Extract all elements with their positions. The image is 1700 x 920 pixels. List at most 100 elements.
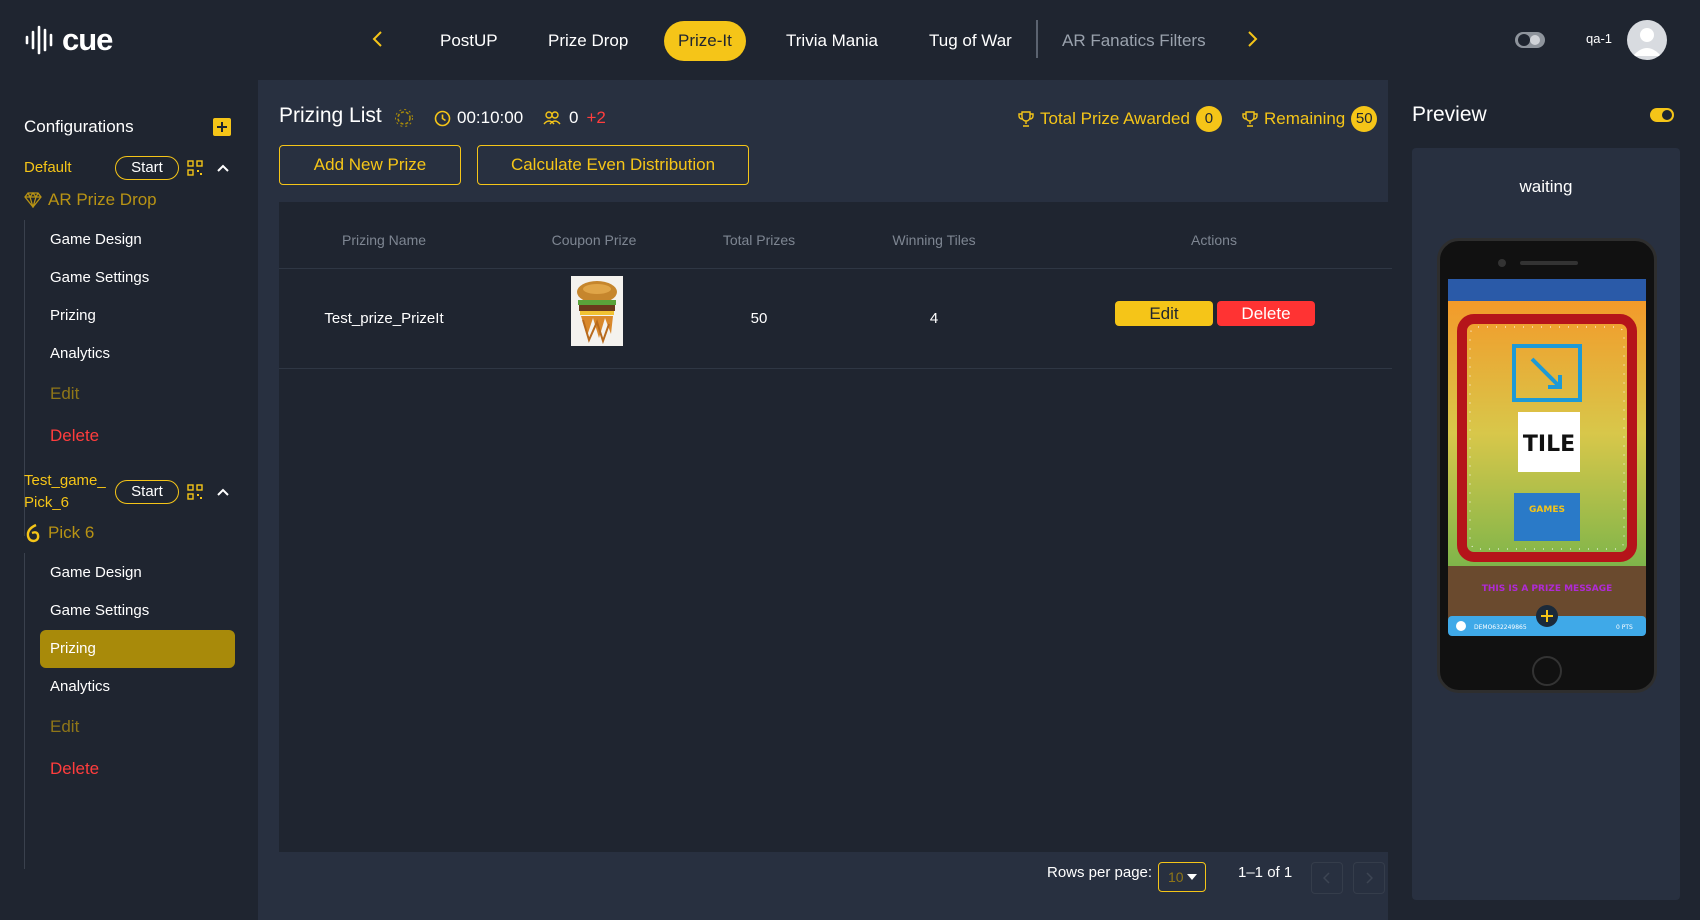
cue-logo[interactable]: cue — [24, 22, 113, 58]
main-content: Prizing List 00:10:00 0 +2 Total Prize A… — [258, 80, 1392, 920]
sidebar-item-prizing[interactable]: Prizing — [40, 297, 235, 335]
remaining-badge: 50 — [1351, 106, 1378, 132]
theme-toggle-icon[interactable] — [1514, 31, 1546, 49]
sound-wave-icon — [25, 25, 53, 55]
game-name-test-game-pick-6[interactable]: Test_game_ Pick_6 — [24, 470, 106, 514]
sidebar-item-edit[interactable]: Edit — [40, 708, 235, 746]
avatar[interactable] — [1627, 20, 1667, 60]
game-type-ar-prize-drop: AR Prize Drop — [24, 190, 157, 210]
delete-prize-button[interactable]: Delete — [1217, 301, 1315, 326]
prize-name-cell: Test_prize_PrizeIt — [324, 310, 444, 327]
phone-camera — [1498, 259, 1506, 267]
start-button[interactable]: Start — [115, 156, 179, 180]
clock-icon — [434, 110, 451, 126]
column-header: Total Prizes — [722, 232, 796, 248]
remaining-label: Remaining — [1264, 109, 1346, 128]
user-id-text: DEMO632249865 — [1474, 624, 1527, 631]
game-name-line-1: Test_game_ — [24, 472, 106, 489]
pick-6-icon — [26, 523, 40, 543]
coupon-prize-image[interactable] — [571, 276, 623, 346]
page-title: Prizing List — [279, 104, 382, 127]
preview-title: Preview — [1412, 103, 1487, 126]
header-divider — [279, 268, 1392, 269]
column-header: Actions — [1191, 232, 1237, 248]
chevron-up-icon[interactable] — [216, 163, 230, 173]
tab-prize-drop[interactable]: Prize Drop — [534, 21, 642, 61]
prizing-table: Prizing Name Coupon Prize Total Prizes W… — [279, 202, 1392, 852]
players-icon — [543, 111, 561, 125]
phone-mockup: TILE GAMES THIS IS A PRIZE MESSAGE DEMO6… — [1437, 238, 1657, 693]
add-configuration-button[interactable] — [213, 118, 231, 136]
total-prize-awarded-label: Total Prize Awarded — [1040, 109, 1190, 128]
sidebar-item-prizing[interactable]: Prizing — [40, 630, 235, 668]
column-header: Coupon Prize — [551, 232, 637, 248]
tab-ar-fanatics-filters[interactable]: AR Fanatics Filters — [1048, 21, 1220, 61]
diamond-icon — [24, 192, 42, 208]
sidebar-item-analytics[interactable]: Analytics — [40, 335, 235, 373]
total-prize-awarded-badge: 0 — [1195, 106, 1222, 132]
player-count: 0 +2 — [543, 108, 606, 128]
plus-icon — [217, 122, 227, 132]
preview-panel: waiting TILE GAMES THIS IS A PRIZE MESSA… — [1412, 148, 1680, 900]
sidebar-item-edit[interactable]: Edit — [40, 375, 235, 413]
phone-speaker — [1520, 261, 1578, 265]
previous-page-button[interactable] — [1311, 862, 1343, 894]
total-prize-awarded: Total Prize Awarded 0 — [1018, 106, 1222, 132]
remaining-prizes: Remaining 50 — [1242, 106, 1378, 132]
spinner-gear-icon[interactable] — [394, 108, 414, 128]
game-type-pick-6: Pick 6 — [24, 523, 94, 543]
players-delta: +2 — [586, 108, 606, 127]
rows-per-page-select[interactable]: 10 — [1158, 862, 1206, 892]
tab-tug-of-war[interactable]: Tug of War — [915, 21, 1026, 61]
sidebar-item-delete[interactable]: Delete — [40, 417, 235, 455]
chevron-left-icon — [1323, 872, 1330, 884]
nav-prev-arrow-icon[interactable] — [364, 26, 390, 52]
game-type-label: Pick 6 — [48, 523, 95, 542]
row-divider — [279, 368, 1392, 369]
next-page-button[interactable] — [1353, 862, 1385, 894]
tab-postup[interactable]: PostUP — [426, 21, 512, 61]
game-name-default[interactable]: Default — [24, 157, 72, 179]
sidebar-item-delete[interactable]: Delete — [40, 750, 235, 788]
rows-per-page-value: 10 — [1168, 869, 1184, 885]
logo-text: cue — [62, 22, 113, 57]
chevron-up-icon[interactable] — [216, 487, 230, 497]
qr-code-icon[interactable] — [187, 160, 203, 176]
players-value: 0 — [569, 108, 579, 127]
chevron-right-icon — [1366, 872, 1373, 884]
rows-per-page-label: Rows per page: — [1047, 864, 1153, 881]
sidebar-item-game-settings[interactable]: Game Settings — [40, 592, 235, 630]
game-preview-screen: TILE GAMES THIS IS A PRIZE MESSAGE DEMO6… — [1448, 279, 1646, 645]
sidebar-item-analytics[interactable]: Analytics — [40, 668, 235, 706]
nav-next-arrow-icon[interactable] — [1240, 26, 1266, 52]
phone-home-button — [1532, 656, 1562, 686]
game-name-line-2: Pick_6 — [24, 494, 70, 511]
user-icon — [1633, 28, 1661, 56]
add-new-prize-button[interactable]: Add New Prize — [279, 145, 461, 185]
pagination-range: 1–1 of 1 — [1238, 864, 1293, 881]
user-name: qa-1 — [1586, 31, 1613, 46]
preview-toggle[interactable] — [1650, 108, 1674, 122]
column-header: Prizing Name — [341, 232, 427, 248]
sidebar-item-game-design[interactable]: Game Design — [40, 554, 235, 592]
sidebar-item-game-settings[interactable]: Game Settings — [40, 259, 235, 297]
calculate-even-distribution-button[interactable]: Calculate Even Distribution — [477, 145, 749, 185]
burger-image — [571, 276, 623, 346]
timer-value: 00:10:00 — [457, 108, 524, 127]
tab-trivia-mania[interactable]: Trivia Mania — [772, 21, 892, 61]
tile-text: TILE — [1523, 432, 1575, 457]
qr-code-icon[interactable] — [187, 484, 203, 500]
configurations-title: Configurations — [24, 117, 134, 136]
top-bar: cue PostUP Prize Drop Prize-It Trivia Ma… — [0, 0, 1700, 80]
start-button[interactable]: Start — [115, 480, 179, 504]
games-text: GAMES — [1529, 505, 1565, 515]
edit-prize-button[interactable]: Edit — [1115, 301, 1213, 326]
tab-prize-it[interactable]: Prize-It — [664, 21, 746, 61]
column-header: Winning Tiles — [892, 232, 976, 248]
game-timer: 00:10:00 — [434, 108, 523, 128]
game-type-label: AR Prize Drop — [48, 190, 157, 209]
nav-divider — [1036, 20, 1038, 58]
sidebar-item-game-design[interactable]: Game Design — [40, 221, 235, 259]
caret-down-icon — [1187, 874, 1197, 880]
trophy-icon — [1018, 111, 1034, 127]
